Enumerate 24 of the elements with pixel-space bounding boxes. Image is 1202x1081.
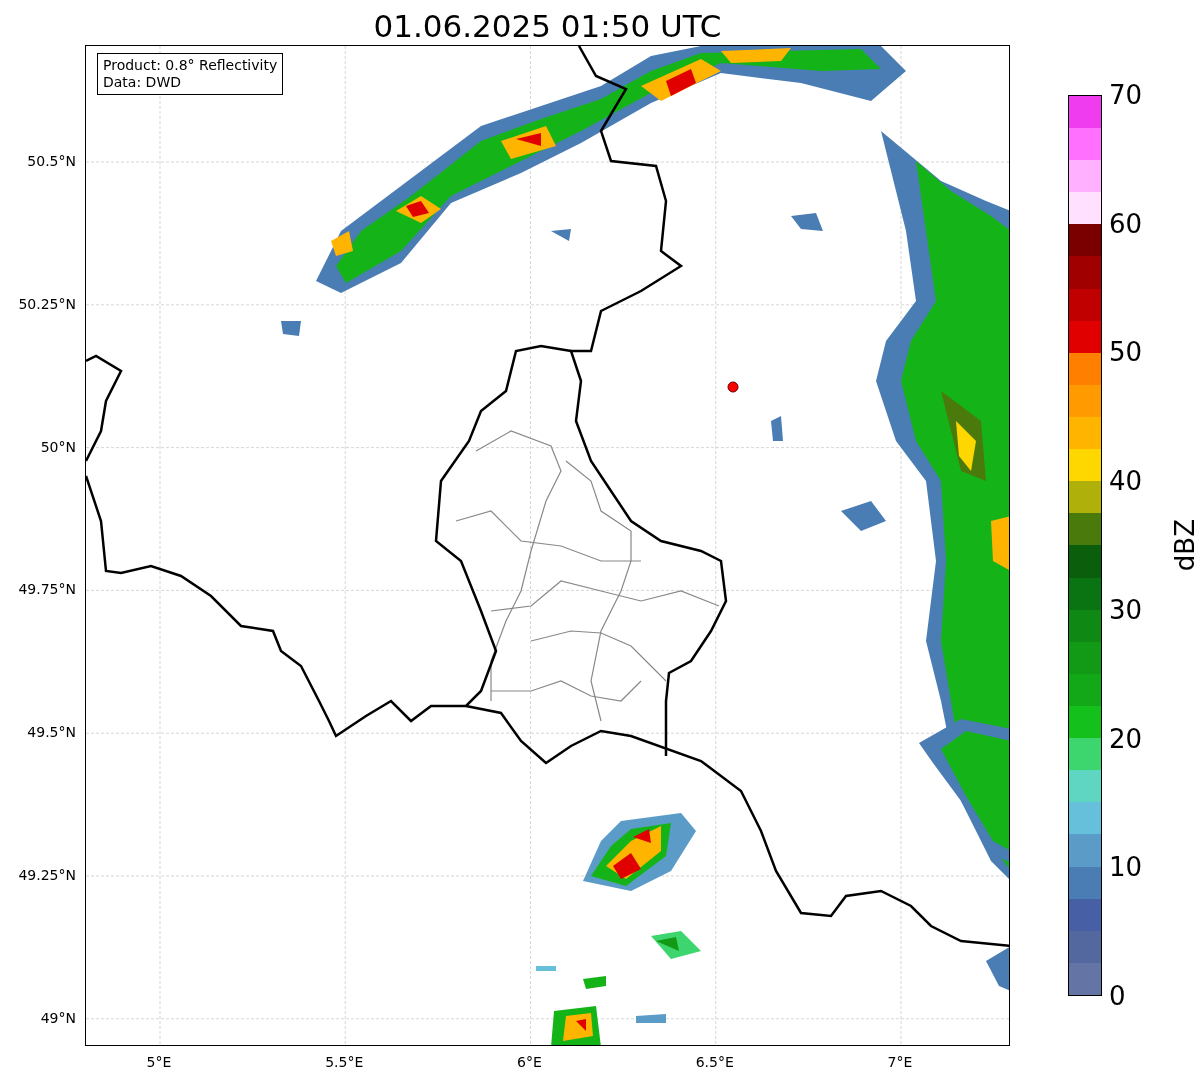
- longitude-label: 5.5°E: [325, 1054, 364, 1070]
- longitude-label: 6°E: [517, 1054, 542, 1070]
- colorbar-tick-label: 40: [1109, 467, 1143, 496]
- longitude-label: 7°E: [887, 1054, 913, 1070]
- latitude-label: 49.25°N: [18, 867, 76, 883]
- latitude-label: 49.75°N: [18, 581, 76, 598]
- legend-text: Product: 0.8° Reflectivity: [103, 57, 278, 74]
- latitude-label: 49.5°N: [27, 724, 76, 741]
- colorbar-tick-label: 20: [1109, 724, 1143, 753]
- latitude-label: 49°N: [40, 1009, 76, 1026]
- colorbar-tick-label: 60: [1109, 209, 1143, 238]
- legend-text: Data: DWD: [103, 74, 182, 91]
- colorbar-tick-label: 30: [1109, 595, 1143, 624]
- chart-title: 01.06.2025 01:50 UTC: [373, 7, 722, 45]
- latitude-label: 50.25°N: [18, 295, 76, 312]
- longitude-label: 6.5°E: [695, 1054, 734, 1070]
- colorbar-tick-label: 70: [1109, 81, 1143, 109]
- colorbar-tick-label: 0: [1109, 982, 1126, 1010]
- colorbar-tick-label: 50: [1109, 338, 1143, 367]
- colorbar-tick-label: 10: [1109, 853, 1143, 882]
- latitude-label: 50°N: [40, 438, 76, 455]
- latitude-label: 50.5°N: [27, 153, 76, 169]
- longitude-label: 5°E: [146, 1054, 172, 1070]
- colorbar-label: dBZ: [1170, 519, 1200, 572]
